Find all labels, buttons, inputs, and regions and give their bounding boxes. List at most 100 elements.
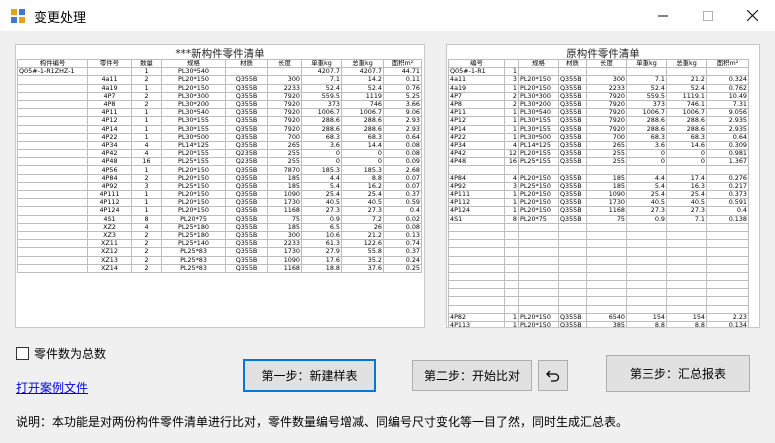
step3-summary-report-button[interactable]: 第三步：汇总报表 <box>606 355 750 392</box>
table-cell <box>17 99 88 110</box>
table-cell: PL20*150 <box>161 75 226 85</box>
table-cell: 21.2 <box>666 75 707 85</box>
table-row: 4S1 8 PL20*75 Q355B 75 0.9 7.1 0.138 <box>448 214 749 224</box>
table-row <box>448 263 749 273</box>
table-cell: Q355B <box>225 206 268 216</box>
table-cell: 4P22 <box>87 132 132 142</box>
table-cell: 7.1 <box>666 214 707 224</box>
table-cell <box>558 288 587 298</box>
header-cell: 材质 <box>225 58 268 69</box>
maximize-button[interactable] <box>685 0 730 31</box>
table-cell <box>504 296 519 306</box>
undo-button[interactable] <box>538 360 568 391</box>
table-row <box>448 271 749 282</box>
table-cell: 16.2 <box>341 181 384 192</box>
table-cell: Q355B <box>558 124 587 134</box>
table-row: XZ13 2 PL25*83 Q355B 1090 17.6 35.2 0.24 <box>17 255 422 265</box>
table-cell: 2.23 <box>706 312 749 323</box>
table-row: 4P8 2 PL30*200 Q355B 7920 373 746 3.66 <box>17 99 422 110</box>
table-row: XZ12 2 PL25*83 Q355B 1730 27.9 55.8 0.37 <box>17 247 422 257</box>
table-row <box>448 280 749 290</box>
table-cell: 4207.7 <box>301 67 342 77</box>
table-cell: 0.37 <box>383 247 422 257</box>
table-cell <box>706 304 749 314</box>
close-button[interactable] <box>730 0 775 31</box>
table-cell: Q355B <box>558 312 587 323</box>
minimize-icon <box>657 15 668 16</box>
table-cell <box>666 222 707 232</box>
table-cell: 27.3 <box>666 206 707 216</box>
table-cell: PL25*155 <box>518 157 559 167</box>
table-cell <box>706 263 749 273</box>
table-cell: 0 <box>666 157 707 167</box>
old-list-panel[interactable]: 原构件零件清单 编号 规格 材质 长度 单重kg 总重kg 面积m² Q05#-1-R1 1 4a… <box>446 44 760 328</box>
step2-start-compare-button[interactable]: 第二步：开始比对 <box>412 360 532 391</box>
table-cell: PL20*150 <box>161 165 226 175</box>
table-cell <box>504 263 519 273</box>
table-cell: 7920 <box>586 99 627 110</box>
table-cell: 3.6 <box>626 140 667 151</box>
table-row: 4P22 1 PL30*500 Q355B 700 68.3 68.3 0.64 <box>17 132 422 142</box>
table-cell: PL20*150 <box>518 83 559 93</box>
table-cell: 4 <box>131 149 162 159</box>
table-cell: 55.8 <box>341 247 384 257</box>
table-cell: 4.4 <box>626 173 667 183</box>
table-row: 4P112 1 PL20*150 Q355B 1730 40.5 40.5 0.591 <box>448 198 749 208</box>
table-row: 4P48 16 PL25*155 Q355B 255 0 0 1.367 <box>448 157 749 167</box>
table-cell: Q355B <box>558 108 587 118</box>
table-cell: 154 <box>666 312 707 323</box>
table-cell: Q355B <box>225 214 268 224</box>
table-header-row: 编号 规格 材质 长度 单重kg 总重kg 面积m² <box>448 58 749 69</box>
table-cell: XZ2 <box>87 222 132 232</box>
checkbox-label: 零件数为总数 <box>34 347 107 361</box>
table-cell: 1090 <box>267 255 302 265</box>
table-cell: PL20*75 <box>161 214 226 224</box>
table-cell <box>17 181 88 192</box>
table-cell <box>558 304 587 314</box>
table-cell: 27.9 <box>301 247 342 257</box>
step1-new-template-button[interactable]: 第一步：新建样表 <box>243 359 376 392</box>
table-cell: 0.64 <box>706 132 749 142</box>
table-cell: PL30*500 <box>518 132 559 142</box>
table-cell: 2233 <box>267 239 302 249</box>
table-cell: 21.2 <box>341 230 384 241</box>
minimize-button[interactable] <box>640 0 685 31</box>
table-row: 4S1 8 PL20*75 Q355B 75 0.9 7.2 0.02 <box>17 214 422 224</box>
table-cell: PL30*155 <box>518 116 559 126</box>
table-cell <box>267 67 302 77</box>
table-cell <box>448 280 505 290</box>
table-cell <box>586 271 627 282</box>
table-cell: PL20*150 <box>518 312 559 323</box>
table-cell <box>586 288 627 298</box>
table-row: 4P42 12 PL20*155 Q355B 255 0 0 0.981 <box>448 149 749 159</box>
table-cell: PL20*150 <box>518 173 559 183</box>
table-cell: Q355B <box>225 189 268 200</box>
table-cell <box>504 230 519 241</box>
table-cell: Q355B <box>558 91 587 101</box>
table-cell: 2 <box>131 247 162 257</box>
table-cell: 0.08 <box>383 149 422 159</box>
header-cell: 面积m² <box>706 58 749 69</box>
header-cell: 长度 <box>586 58 627 69</box>
table-cell <box>666 288 707 298</box>
table-cell: 17.6 <box>301 255 342 265</box>
table-cell: PL20*155 <box>161 149 226 159</box>
table-cell: 0.981 <box>706 149 749 159</box>
table-row: 4P124 1 PL20*150 Q355B 1168 27.3 27.3 0.4 <box>17 206 422 216</box>
table-cell: Q355B <box>558 132 587 142</box>
new-list-panel[interactable]: ***新构件零件清单 构件编号 零件号 数量 规格 材质 长度 单重kg 总重kg 面积m² Q0… <box>15 44 425 328</box>
table-cell: 288.6 <box>666 116 707 126</box>
table-cell: 4 <box>504 140 519 151</box>
table-cell: 122.6 <box>341 239 384 249</box>
header-cell: 总重kg <box>666 58 707 69</box>
table-cell <box>586 165 627 175</box>
checkbox-box[interactable] <box>16 347 29 360</box>
table-cell <box>518 247 559 257</box>
total-count-checkbox[interactable]: 零件数为总数 <box>16 345 106 362</box>
table-cell: 0.9 <box>626 214 667 224</box>
open-example-file-link[interactable]: 打开案例文件 <box>16 379 88 396</box>
table-cell: 6.5 <box>301 222 342 232</box>
table-cell: 7870 <box>267 165 302 175</box>
table-cell: Q235B <box>225 149 268 159</box>
table-cell <box>17 173 88 183</box>
